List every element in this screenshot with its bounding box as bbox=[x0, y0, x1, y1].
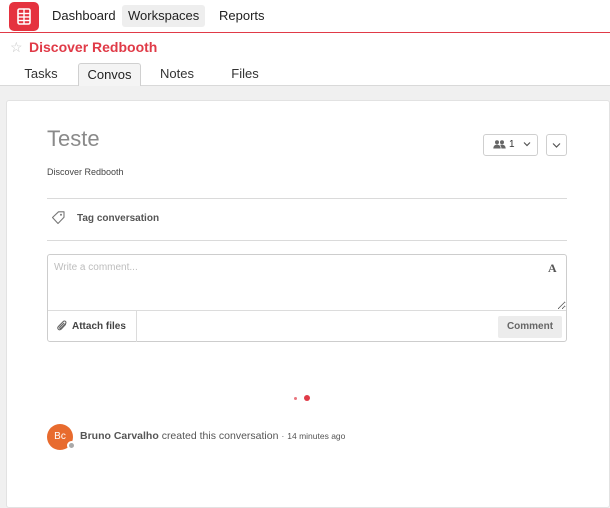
comment-box: A Attach files Comment bbox=[47, 254, 567, 342]
participants-button[interactable]: 1 bbox=[483, 134, 538, 156]
activity-entry: Bruno Carvalho created this conversation… bbox=[80, 430, 345, 443]
activity-action: created this conversation bbox=[161, 430, 279, 442]
people-icon bbox=[493, 140, 506, 149]
divider bbox=[47, 240, 567, 241]
loading-dot bbox=[294, 397, 297, 400]
redbooth-logo-icon[interactable] bbox=[9, 2, 39, 31]
workspace-title[interactable]: Discover Redbooth bbox=[29, 39, 157, 55]
comment-input[interactable] bbox=[48, 255, 566, 310]
workspace-tabs: Tasks Convos Notes Files bbox=[0, 62, 610, 87]
conversation-options-button[interactable] bbox=[546, 134, 567, 156]
nav-reports[interactable]: Reports bbox=[213, 5, 271, 27]
chevron-down-icon bbox=[523, 142, 531, 147]
presence-status-dot bbox=[67, 441, 76, 450]
tag-conversation-link[interactable]: Tag conversation bbox=[77, 213, 159, 225]
tab-files[interactable]: Files bbox=[218, 63, 272, 87]
attach-files-button[interactable]: Attach files bbox=[48, 311, 137, 342]
attach-files-label: Attach files bbox=[72, 321, 126, 332]
nav-dashboard[interactable]: Dashboard bbox=[46, 5, 122, 27]
participants-count: 1 bbox=[509, 139, 515, 150]
tab-tasks[interactable]: Tasks bbox=[14, 63, 68, 87]
tab-notes[interactable]: Notes bbox=[148, 63, 206, 87]
workspace-header: ☆ Discover Redbooth Tasks Convos Notes F… bbox=[0, 34, 610, 87]
top-navigation-bar: Dashboard Workspaces Reports bbox=[0, 0, 610, 33]
comment-footer: Attach files Comment bbox=[48, 310, 566, 342]
tab-convos[interactable]: Convos bbox=[78, 63, 141, 87]
nav-workspaces[interactable]: Workspaces bbox=[122, 5, 206, 27]
activity-time: 14 minutes ago bbox=[287, 431, 346, 441]
tag-icon[interactable] bbox=[51, 211, 65, 225]
divider bbox=[47, 198, 567, 199]
chevron-down-icon bbox=[552, 143, 561, 148]
star-icon[interactable]: ☆ bbox=[10, 39, 23, 55]
loading-dot bbox=[304, 395, 310, 401]
comment-button[interactable]: Comment bbox=[498, 316, 562, 338]
paperclip-icon bbox=[57, 320, 67, 331]
activity-separator: · bbox=[281, 431, 285, 441]
activity-user[interactable]: Bruno Carvalho bbox=[80, 430, 159, 442]
loading-indicator bbox=[294, 395, 314, 403]
conversation-title[interactable]: Teste bbox=[47, 126, 100, 152]
text-format-icon[interactable]: A bbox=[548, 261, 557, 275]
conversation-workspace-name[interactable]: Discover Redbooth bbox=[47, 167, 124, 178]
